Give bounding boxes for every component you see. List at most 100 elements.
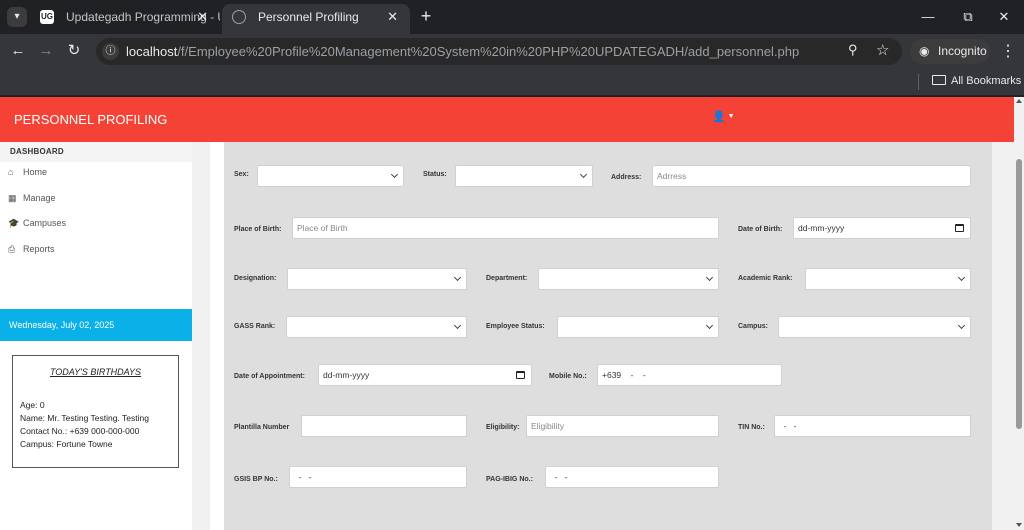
- incognito-badge[interactable]: ◉ Incognito: [910, 39, 990, 64]
- mobile-no-input[interactable]: +639 - -: [597, 364, 782, 386]
- browser-toolbar: ← → ↻ ⓘ localhost/f/Employee%20Profile%2…: [0, 34, 1024, 68]
- bookmark-star-icon[interactable]: ☆: [876, 41, 889, 59]
- page-viewport: PERSONNEL PROFILING 👤 ▼ DASHBOARD ⌂ Home …: [0, 97, 1024, 530]
- date-of-appointment-input[interactable]: dd-mm-yyyy: [318, 364, 532, 386]
- close-window-icon[interactable]: ✕: [995, 8, 1013, 26]
- sidebar-item-manage[interactable]: ▦ Manage: [8, 193, 56, 204]
- dashboard-title: DASHBOARD: [0, 142, 192, 162]
- birthdays-card: TODAY'S BIRTHDAYS Age: 0 Name: Mr. Testi…: [12, 355, 179, 468]
- plantilla-number-label: Plantilla Number: [234, 424, 290, 431]
- bookmarks-bar: All Bookmarks: [0, 68, 1024, 96]
- home-icon: ⌂: [8, 167, 14, 177]
- sidebar-item-reports[interactable]: ⎙ Reports: [8, 244, 55, 255]
- address-label: Address:: [611, 174, 642, 181]
- updategadh-favicon-icon: UG: [40, 10, 54, 24]
- app-brand[interactable]: PERSONNEL PROFILING: [14, 97, 167, 142]
- scroll-down-icon[interactable]: [1016, 523, 1022, 527]
- employee-status-select[interactable]: [557, 316, 719, 338]
- date-of-appointment-label: Date of Appointment:: [234, 373, 305, 380]
- chevron-down-icon: [579, 170, 588, 179]
- chevron-down-icon: [705, 273, 714, 282]
- incognito-icon: ◉: [919, 44, 930, 58]
- user-icon: 👤: [712, 111, 726, 123]
- url-text[interactable]: localhost/f/Employee%20Profile%20Managem…: [126, 38, 799, 65]
- campus-label: Campus:: [738, 323, 768, 330]
- close-tab-icon[interactable]: ✕: [197, 4, 208, 30]
- campus-select[interactable]: [778, 316, 971, 338]
- eligibility-input[interactable]: Eligibility: [526, 415, 719, 437]
- address-input[interactable]: Adrress: [652, 165, 971, 187]
- gass-rank-label: GASS Rank:: [234, 323, 276, 330]
- tab-search-button[interactable]: ▾: [7, 7, 27, 27]
- plantilla-number-input[interactable]: [301, 415, 467, 437]
- academic-rank-select[interactable]: [805, 268, 971, 290]
- birthday-campus: Campus: Fortune Towne: [20, 439, 113, 449]
- place-of-birth-label: Place of Birth:: [234, 226, 282, 233]
- pag-ibig-no-input[interactable]: - -: [545, 466, 719, 488]
- birthday-name: Name: Mr. Testing Testing. Testing: [20, 413, 149, 423]
- personnel-form: Sex: Status: Address: Adrress Place of B…: [224, 142, 992, 530]
- birthdays-title: TODAY'S BIRTHDAYS: [49, 367, 142, 377]
- gsis-bp-no-label: GSIS BP No.:: [234, 476, 278, 483]
- zoom-icon[interactable]: ⚲: [848, 42, 858, 58]
- folder-icon: [932, 75, 946, 85]
- restore-icon[interactable]: ⧉: [959, 8, 977, 26]
- back-arrow-icon[interactable]: ←: [8, 41, 28, 61]
- date-of-birth-input[interactable]: dd-mm-yyyy: [793, 217, 971, 239]
- form-panel: Sex: Status: Address: Adrress Place of B…: [210, 142, 992, 530]
- sex-select[interactable]: [257, 165, 404, 187]
- chevron-down-icon: [957, 321, 966, 330]
- department-select[interactable]: [538, 268, 719, 290]
- app-header: PERSONNEL PROFILING 👤 ▼: [0, 97, 1014, 142]
- site-info-icon[interactable]: ⓘ: [102, 43, 119, 60]
- globe-icon: [232, 10, 246, 24]
- all-bookmarks-button[interactable]: All Bookmarks: [932, 68, 1021, 94]
- chevron-down-icon: [453, 321, 462, 330]
- bookmarks-separator: [918, 74, 919, 90]
- chevron-down-icon: [957, 273, 966, 282]
- chevron-down-icon: [453, 273, 462, 282]
- graduation-cap-icon: 🎓: [8, 218, 20, 228]
- browser-menu-icon[interactable]: ⋮: [1000, 41, 1016, 61]
- calendar-icon[interactable]: [516, 371, 525, 379]
- close-tab-icon[interactable]: ✕: [387, 4, 398, 30]
- sidebar-item-home[interactable]: ⌂ Home: [8, 167, 47, 177]
- employee-status-label: Employee Status:: [486, 323, 545, 330]
- birthday-contact: Contact No.: +639 000-000-000: [20, 426, 140, 436]
- browser-tab-personnel-profiling[interactable]: Personnel Profiling ✕: [222, 4, 410, 34]
- minimize-icon[interactable]: —: [919, 8, 937, 26]
- scroll-up-icon[interactable]: [1016, 99, 1022, 103]
- chevron-down-icon: [705, 321, 714, 330]
- page-scrollbar[interactable]: [1014, 97, 1024, 530]
- place-of-birth-input[interactable]: Place of Birth: [292, 217, 719, 239]
- designation-label: Designation:: [234, 275, 277, 282]
- user-menu-toggle[interactable]: 👤 ▼: [712, 110, 735, 123]
- designation-select[interactable]: [287, 268, 467, 290]
- department-label: Department:: [486, 275, 528, 282]
- eligibility-label: Eligibility:: [486, 424, 520, 431]
- gass-rank-select[interactable]: [286, 316, 467, 338]
- academic-rank-label: Academic Rank:: [738, 275, 793, 282]
- browser-tab-updategadh[interactable]: UG Updategadh Programming - Up ✕: [30, 4, 220, 34]
- gsis-bp-no-input[interactable]: - -: [289, 466, 467, 488]
- sex-label: Sex:: [234, 171, 249, 178]
- current-date: Wednesday, July 02, 2025: [0, 309, 192, 341]
- tin-no-label: TIN No.:: [738, 424, 765, 431]
- status-select[interactable]: [455, 165, 593, 187]
- mobile-no-label: Mobile No.:: [549, 373, 587, 380]
- reload-icon[interactable]: ↻: [64, 41, 84, 61]
- calendar-icon[interactable]: [955, 224, 964, 232]
- print-icon: ⎙: [8, 244, 16, 254]
- caret-down-icon: ▼: [725, 113, 735, 120]
- address-bar[interactable]: ⓘ localhost/f/Employee%20Profile%20Manag…: [96, 38, 902, 65]
- tin-no-input[interactable]: - -: [774, 415, 971, 437]
- sidebar: DASHBOARD ⌂ Home ▦ Manage 🎓 Campuses ⎙ Repor…: [0, 142, 192, 530]
- birthday-age: Age: 0: [20, 400, 45, 410]
- grid-icon: ▦: [8, 193, 17, 203]
- forward-arrow-icon[interactable]: →: [36, 41, 56, 61]
- pag-ibig-no-label: PAG-IBIG No.:: [486, 476, 533, 483]
- new-tab-button[interactable]: +: [416, 6, 436, 26]
- browser-tab-bar: ▾ UG Updategadh Programming - Up ✕ Perso…: [0, 0, 1024, 34]
- sidebar-item-campuses[interactable]: 🎓 Campuses: [8, 218, 66, 229]
- scrollbar-thumb[interactable]: [1016, 159, 1022, 429]
